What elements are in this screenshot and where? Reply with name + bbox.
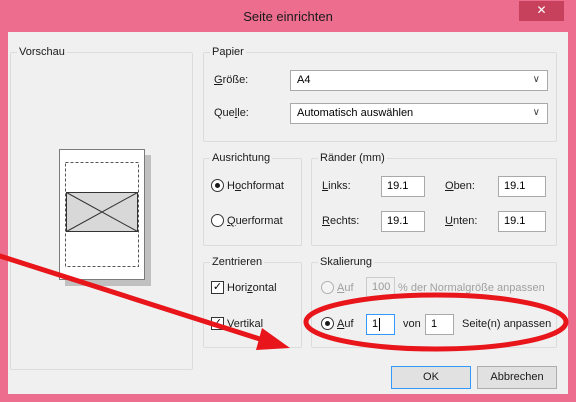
paper-group-title: Papier [210, 46, 246, 58]
center-vertical-checkbox[interactable]: ✓ [211, 317, 224, 330]
dialog-title: Seite einrichten [243, 9, 333, 24]
portrait-label[interactable]: Hochformat [227, 180, 284, 192]
scale-percent-input[interactable]: 100 [366, 277, 395, 298]
scale-fit-pages-wide-input[interactable]: 1 [366, 314, 395, 335]
landscape-label[interactable]: Querformat [227, 215, 283, 227]
preview-group-title: Vorschau [17, 46, 67, 58]
center-group: Zentrieren ✓ Horizontal ✓ Vertikal [203, 256, 302, 348]
margin-right-input[interactable]: 19.1 [381, 211, 425, 232]
preview-page-drawing [65, 162, 139, 267]
scale-fit-suffix: Seite(n) anpassen [462, 318, 552, 330]
paper-source-select[interactable]: Automatisch auswählen ∨ [290, 103, 548, 124]
title-bar[interactable]: Seite einrichten ✕ [0, 0, 576, 32]
close-icon: ✕ [536, 3, 547, 17]
margin-right-label: Rechts: [322, 215, 360, 227]
page-setup-dialog: Seite einrichten ✕ Vorschau Papier Größe… [0, 0, 576, 402]
dialog-client-area: Vorschau Papier Größe: A4 ∨ Quelle: Auto… [8, 32, 568, 394]
margin-left-label: Links: [322, 180, 351, 192]
scale-percent-label[interactable]: Auf [337, 282, 354, 294]
margins-group-title: Ränder (mm) [318, 152, 387, 164]
scale-fit-radio[interactable] [321, 317, 334, 330]
cancel-button[interactable]: Abbrechen [477, 366, 557, 389]
center-horizontal-label[interactable]: Horizontal [227, 282, 277, 294]
scale-percent-suffix: % der Normalgröße anpassen [398, 282, 545, 294]
text-caret [379, 318, 380, 331]
paper-size-value: A4 [297, 74, 311, 86]
scaling-group: Skalierung Auf 100 % der Normalgröße anp… [311, 256, 557, 348]
scale-fit-of-label: von [403, 318, 421, 330]
scale-fit-pages-wide-value: 1 [372, 318, 379, 330]
preview-group: Vorschau [10, 46, 193, 370]
margin-left-input[interactable]: 19.1 [381, 176, 425, 197]
margin-bottom-label: Unten: [445, 215, 478, 227]
chevron-down-icon: ∨ [532, 74, 540, 85]
scale-fit-label[interactable]: Auf [337, 318, 354, 330]
ok-button[interactable]: OK [391, 366, 471, 389]
orientation-group: Ausrichtung Hochformat Querformat [203, 152, 302, 246]
orientation-group-title: Ausrichtung [210, 152, 273, 164]
margins-group: Ränder (mm) Links: 19.1 Oben: 19.1 Recht… [311, 152, 557, 246]
paper-size-label: Größe: [214, 74, 249, 86]
margin-top-label: Oben: [445, 180, 475, 192]
paper-source-value: Automatisch auswählen [297, 107, 414, 119]
chevron-down-icon: ∨ [532, 107, 540, 118]
checkmark-icon: ✓ [212, 281, 223, 293]
scaling-group-title: Skalierung [318, 256, 374, 268]
center-horizontal-checkbox[interactable]: ✓ [211, 281, 224, 294]
paper-size-select[interactable]: A4 ∨ [290, 70, 548, 91]
paper-source-label: Quelle: [214, 107, 249, 119]
margin-bottom-input[interactable]: 19.1 [498, 211, 546, 232]
paper-group: Papier Größe: A4 ∨ Quelle: Automatisch a… [203, 46, 557, 142]
close-button[interactable]: ✕ [519, 1, 564, 21]
landscape-radio[interactable] [211, 214, 224, 227]
scale-fit-pages-tall-input[interactable]: 1 [425, 314, 454, 335]
portrait-radio[interactable] [211, 179, 224, 192]
scale-percent-radio[interactable] [321, 281, 334, 294]
margin-top-input[interactable]: 19.1 [498, 176, 546, 197]
center-group-title: Zentrieren [210, 256, 265, 268]
center-vertical-label[interactable]: Vertikal [227, 318, 263, 330]
preview-page [59, 149, 145, 280]
checkmark-icon: ✓ [212, 317, 223, 329]
